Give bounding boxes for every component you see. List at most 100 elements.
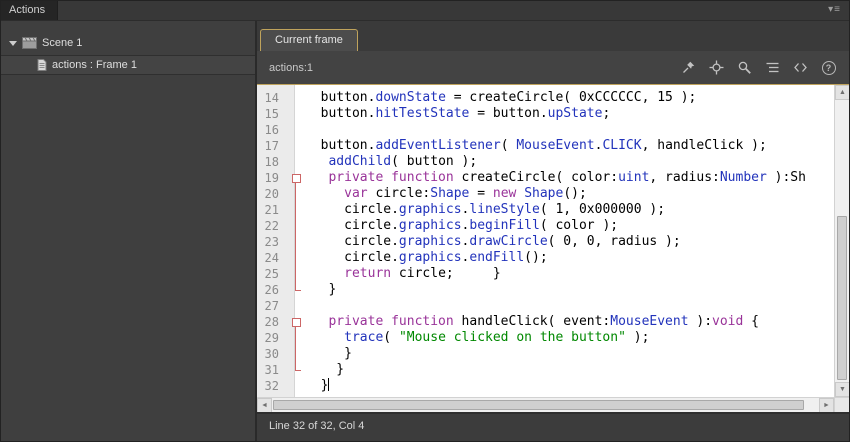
- disclosure-triangle-icon[interactable]: [9, 40, 17, 46]
- code-text[interactable]: circle.graphics.lineStyle( 1, 0x000000 )…: [305, 202, 834, 218]
- script-tab-actions1[interactable]: actions:1: [257, 62, 313, 74]
- code-editor[interactable]: 14 button.downState = createCircle( 0xCC…: [257, 85, 849, 412]
- tree-item-scene1[interactable]: Scene 1: [1, 33, 255, 53]
- code-line[interactable]: 32 }: [257, 378, 834, 394]
- code-text[interactable]: }: [305, 362, 834, 378]
- code-text[interactable]: circle.graphics.endFill();: [305, 250, 834, 266]
- tree-item-actions-frame1[interactable]: actions : Frame 1: [1, 55, 255, 75]
- frame-script-icon: [37, 59, 47, 71]
- code-text[interactable]: [305, 298, 834, 314]
- code-text[interactable]: trace( "Mouse clicked on the button" );: [305, 330, 834, 346]
- line-number: 22: [264, 219, 279, 233]
- line-number: 26: [264, 283, 279, 297]
- code-line[interactable]: 26 }: [257, 282, 834, 298]
- vertical-scroll-thumb[interactable]: [837, 216, 847, 380]
- panel-header: Actions ▾≡: [1, 1, 849, 21]
- code-text[interactable]: addChild( button );: [305, 154, 834, 170]
- scroll-down-arrow[interactable]: ▼: [835, 382, 849, 397]
- line-number: 24: [264, 251, 279, 265]
- fold-margin: [287, 138, 305, 154]
- line-number: 20: [264, 187, 279, 201]
- tab-current-frame[interactable]: Current frame: [260, 29, 358, 51]
- line-number: 23: [264, 235, 279, 249]
- code-line[interactable]: 16: [257, 122, 834, 138]
- format-code-icon[interactable]: [762, 58, 783, 78]
- fold-margin: [287, 250, 305, 266]
- fold-collapse-icon[interactable]: [287, 170, 305, 186]
- code-line[interactable]: 15 button.hitTestState = button.upState;: [257, 106, 834, 122]
- line-number: 16: [264, 123, 279, 137]
- code-text[interactable]: button.addEventListener( MouseEvent.CLIC…: [305, 138, 834, 154]
- code-line[interactable]: 20 var circle:Shape = new Shape();: [257, 186, 834, 202]
- horizontal-scrollbar[interactable]: ◄ ►: [257, 397, 834, 412]
- panel-menu-icon[interactable]: ▾≡: [828, 1, 849, 20]
- vertical-scrollbar[interactable]: ▲ ▼: [834, 85, 849, 397]
- code-text[interactable]: }: [305, 282, 834, 298]
- line-number: 30: [264, 347, 279, 361]
- text-cursor: [328, 378, 330, 391]
- code-line[interactable]: 31 }: [257, 362, 834, 378]
- line-number: 21: [264, 203, 279, 217]
- fold-margin: [287, 266, 305, 282]
- script-tabbar: Current frame: [257, 21, 849, 51]
- code-line[interactable]: 25 return circle; }: [257, 266, 834, 282]
- line-number: 19: [264, 171, 279, 185]
- code-text[interactable]: circle.graphics.beginFill( color );: [305, 218, 834, 234]
- line-number: 27: [264, 299, 279, 313]
- fold-margin: [287, 186, 305, 202]
- scroll-up-arrow[interactable]: ▲: [835, 85, 849, 100]
- code-line[interactable]: 21 circle.graphics.lineStyle( 1, 0x00000…: [257, 202, 834, 218]
- insert-target-path-icon[interactable]: [706, 58, 727, 78]
- fold-margin: [287, 218, 305, 234]
- fold-margin: [287, 122, 305, 138]
- code-lines[interactable]: 14 button.downState = createCircle( 0xCC…: [257, 85, 834, 397]
- tree-item-label: actions : Frame 1: [52, 59, 137, 71]
- horizontal-scroll-thumb[interactable]: [273, 400, 804, 410]
- caret-position-status: Line 32 of 32, Col 4: [269, 420, 365, 432]
- code-text[interactable]: button.downState = createCircle( 0xCCCCC…: [305, 90, 834, 106]
- code-line[interactable]: 27: [257, 298, 834, 314]
- scene-icon: [22, 37, 37, 49]
- code-line[interactable]: 17 button.addEventListener( MouseEvent.C…: [257, 138, 834, 154]
- code-line[interactable]: 19 private function createCircle( color:…: [257, 170, 834, 186]
- code-line[interactable]: 28 private function handleClick( event:M…: [257, 314, 834, 330]
- line-number: 15: [264, 107, 279, 121]
- code-line[interactable]: 22 circle.graphics.beginFill( color );: [257, 218, 834, 234]
- fold-collapse-icon[interactable]: [287, 314, 305, 330]
- fold-margin: [287, 330, 305, 346]
- code-text[interactable]: }: [305, 346, 834, 362]
- code-text[interactable]: }: [305, 378, 834, 394]
- code-line[interactable]: 24 circle.graphics.endFill();: [257, 250, 834, 266]
- code-text[interactable]: return circle; }: [305, 266, 834, 282]
- code-snippets-icon[interactable]: [790, 58, 811, 78]
- line-number: 25: [264, 267, 279, 281]
- line-number: 18: [264, 155, 279, 169]
- code-text[interactable]: private function createCircle( color:uin…: [305, 170, 834, 186]
- code-text[interactable]: var circle:Shape = new Shape();: [305, 186, 834, 202]
- actions-panel-window: Actions ▾≡ Scene 1 actions: Frame 1 Cur…: [0, 0, 850, 442]
- line-number: 14: [264, 91, 279, 105]
- code-text[interactable]: private function handleClick( event:Mous…: [305, 314, 834, 330]
- find-icon[interactable]: [734, 58, 755, 78]
- scroll-left-arrow[interactable]: ◄: [257, 398, 272, 412]
- scroll-right-arrow[interactable]: ►: [819, 398, 834, 412]
- code-line[interactable]: 18 addChild( button );: [257, 154, 834, 170]
- line-number: 28: [264, 315, 279, 329]
- fold-margin: [287, 346, 305, 362]
- script-toolbar: actions:1 ?: [257, 51, 849, 84]
- code-line[interactable]: 14 button.downState = createCircle( 0xCC…: [257, 90, 834, 106]
- code-line[interactable]: 23 circle.graphics.drawCircle( 0, 0, rad…: [257, 234, 834, 250]
- fold-margin: [287, 378, 305, 394]
- code-line[interactable]: 29 trace( "Mouse clicked on the button" …: [257, 330, 834, 346]
- code-text[interactable]: button.hitTestState = button.upState;: [305, 106, 834, 122]
- code-text[interactable]: [305, 122, 834, 138]
- help-icon[interactable]: ?: [818, 58, 839, 78]
- line-number: 29: [264, 331, 279, 345]
- actions-panel-tab[interactable]: Actions: [1, 1, 59, 20]
- pin-script-icon[interactable]: [678, 58, 699, 78]
- fold-margin: [287, 154, 305, 170]
- script-pane: Current frame actions:1 ? 14 button.down…: [257, 21, 849, 441]
- code-text[interactable]: circle.graphics.drawCircle( 0, 0, radius…: [305, 234, 834, 250]
- script-navigator: Scene 1 actions : Frame 1: [1, 21, 257, 441]
- code-line[interactable]: 30 }: [257, 346, 834, 362]
